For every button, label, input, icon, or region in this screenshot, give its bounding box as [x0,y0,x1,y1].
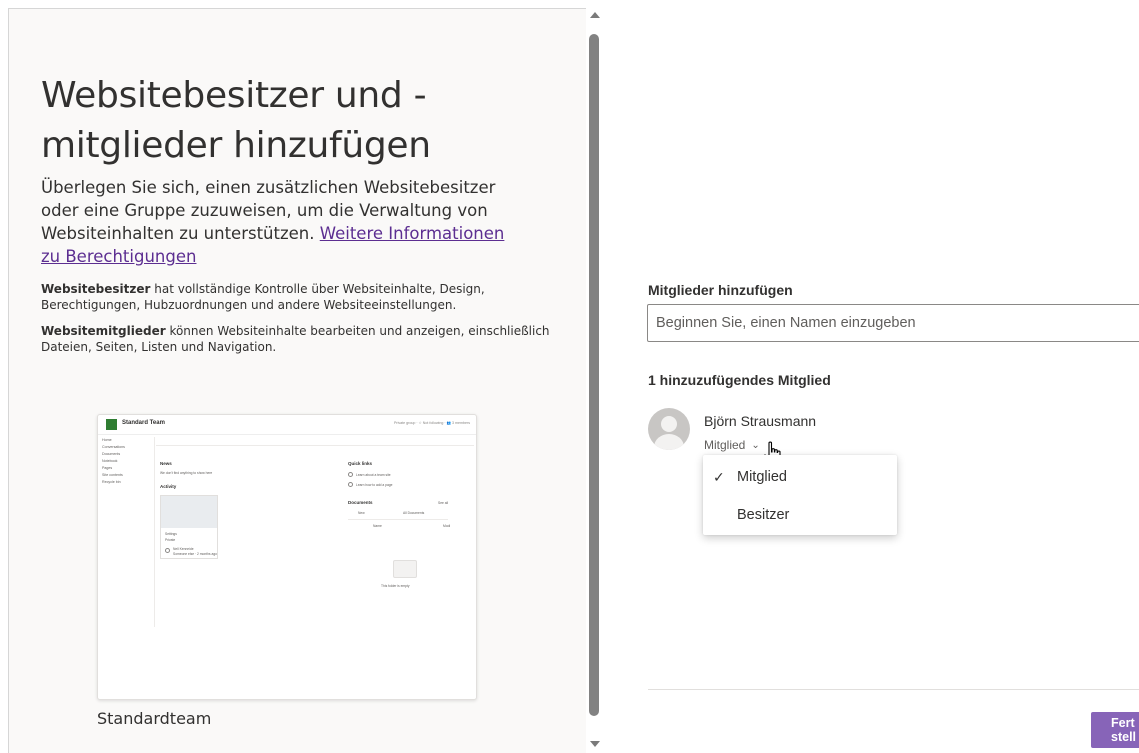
preview-divider [154,437,155,627]
preview-user-icon [165,548,170,553]
members-bold: Websitemitglieder [41,324,166,338]
preview-nav: Home Conversations Documents Notebook Pa… [102,437,152,486]
preview-card-text1: Settings [165,532,177,536]
preview-globe-icon [348,472,353,477]
preview-quicklinks-title: Quick links [348,461,373,466]
members-description: Websitemitglieder können Websiteinhalte … [41,323,561,355]
person-avatar-icon [648,408,690,450]
menu-item-label: Mitglied [737,469,787,485]
preview-new: New [358,511,365,515]
preview-nav-item: Conversations [102,445,125,449]
member-search-input[interactable] [648,305,1139,341]
avatar-head [661,416,677,432]
preview-nav-item: Site contents [102,473,123,477]
preview-rule [348,519,448,520]
intro-text: Überlegen Sie sich, einen zusätzlichen W… [41,176,511,268]
preview-nav-item: Home [102,438,112,442]
preview-nav-item: Recycle bin [102,480,121,484]
preview-card-user-sub: Someone else · 2 months ago [173,552,217,556]
preview-name-col: Name [373,524,382,528]
menu-item-label: Besitzer [737,507,790,523]
preview-card-text2: Private [165,538,176,542]
page-title: Websitebesitzer und -mitglieder hinzufüg… [41,75,431,166]
preview-nav-item: Notebook [102,459,118,463]
preview-nav-item: Pages [102,466,113,470]
preview-see-all: See all [438,501,449,505]
preview-modified-col: Modi [443,524,451,528]
members-count: 1 hinzuzufügendes Mitglied [648,372,831,388]
owners-bold: Websitebesitzer [41,282,151,296]
preview-folder-icon [393,560,417,578]
finish-label-line2: stell [1111,730,1137,744]
preview-activity-title: Activity [160,484,177,489]
role-dropdown[interactable]: Mitglied ⌄ [704,438,760,452]
scrollbar[interactable] [586,8,604,753]
preview-globe-icon [348,482,353,487]
add-members-label: Mitglieder hinzufügen [648,282,793,298]
scroll-up-arrow-icon[interactable] [590,12,600,18]
info-panel: Websitebesitzer und -mitglieder hinzufüg… [8,8,586,753]
member-search-field[interactable] [647,304,1139,342]
role-label: Mitglied [704,438,746,452]
chevron-down-icon[interactable]: ⌄ [751,440,759,451]
preview-card-image [161,496,217,528]
checkmark-icon: ✓ [713,468,725,485]
preview-header-right: Private group · ☆ Not following · 👥 3 me… [393,421,470,425]
preview-header: Standard Team Private group · ☆ Not foll… [98,415,476,435]
template-name: Standardteam [97,709,212,728]
scroll-thumb[interactable] [589,34,599,716]
preview-card-user: Nell Kenneide [173,547,194,551]
preview-rule [156,445,474,446]
preview-site-name: Standard Team [122,420,165,426]
role-menu: ✓ Mitglied Besitzer [703,455,897,535]
preview-quicklink-1: Learn about a team site [356,473,391,477]
preview-news-title: News [160,461,172,466]
menu-item-besitzer[interactable]: Besitzer [703,497,897,533]
finish-button[interactable]: Fert stell [1091,712,1139,748]
finish-label-line1: Fert [1111,716,1135,730]
preview-site-logo [106,419,117,430]
avatar-body [654,434,684,450]
preview-empty-text: This folder is empty [381,584,410,588]
preview-quicklink-2: Learn how to add a page [356,483,393,487]
menu-item-mitglied[interactable]: ✓ Mitglied [703,459,897,495]
preview-all-docs: All Documents [403,511,425,515]
preview-nav-item: Documents [102,452,121,456]
owners-description: Websitebesitzer hat vollständige Kontrol… [41,281,561,313]
footer-divider [648,689,1139,690]
preview-activity-card: Settings Private Nell Kenneide Someone e… [160,495,218,559]
preview-documents-title: Documents [348,500,373,505]
template-preview: Standard Team Private group · ☆ Not foll… [97,414,477,700]
preview-news-text: We don't find anything to show here [160,471,213,475]
scroll-down-arrow-icon[interactable] [590,741,600,747]
member-name: Björn Strausmann [704,413,817,429]
